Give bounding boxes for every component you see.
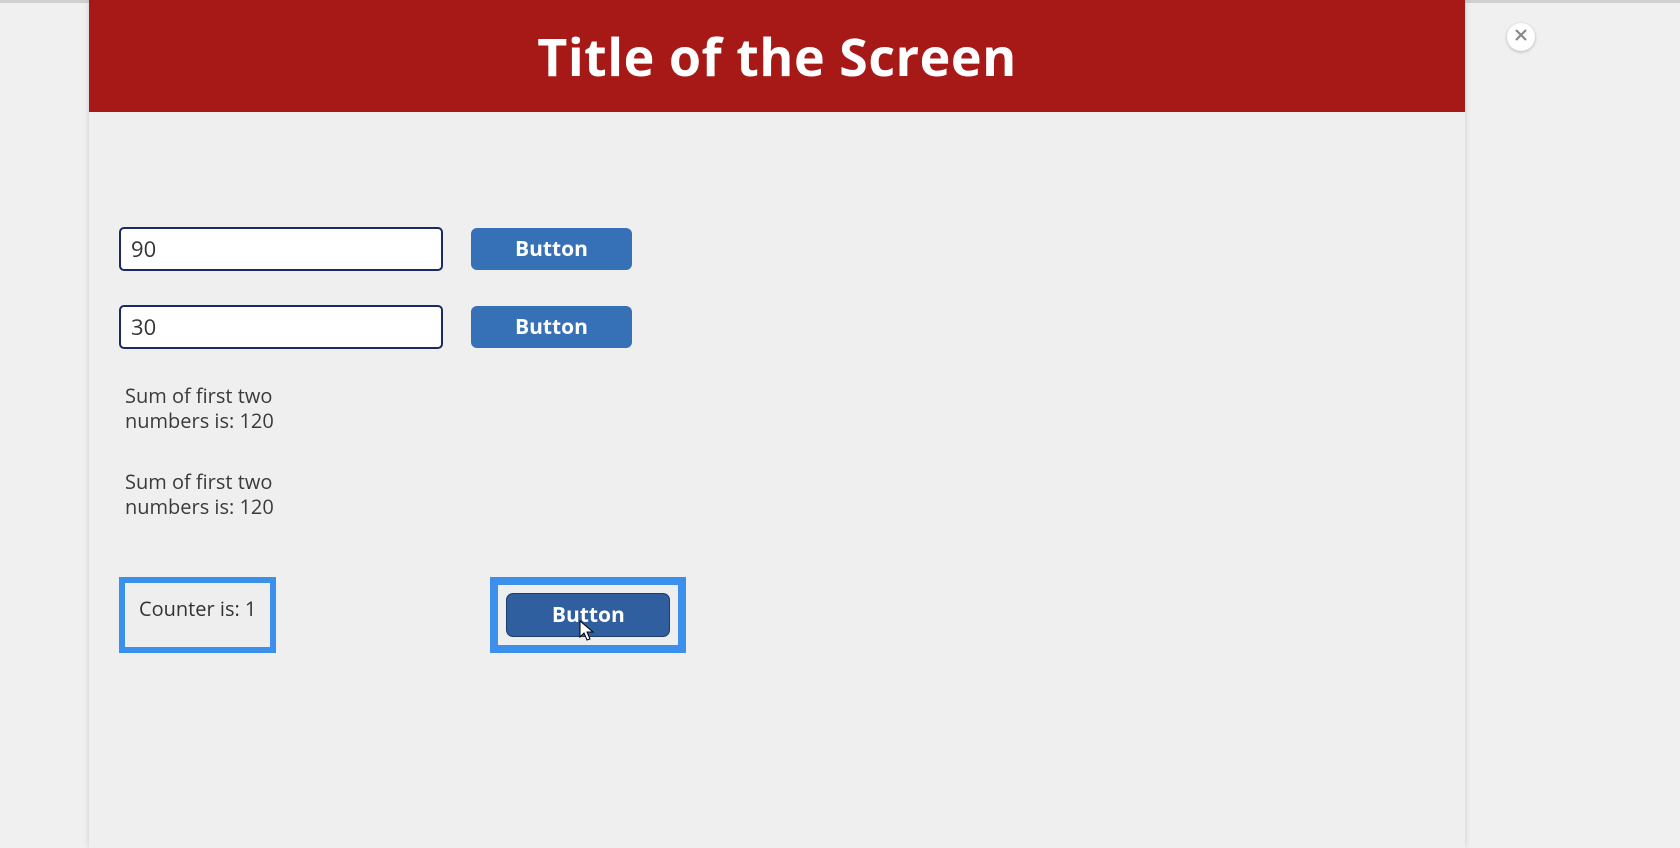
sum-label-2: Sum of first two numbers is: 120 (125, 469, 295, 519)
header-bar: Title of the Screen (89, 0, 1465, 112)
input-row-1: Button (119, 227, 1435, 271)
close-button[interactable] (1507, 23, 1535, 51)
button-row-2[interactable]: Button (471, 306, 632, 348)
counter-display: Counter is: 1 (119, 577, 276, 653)
button-row-1[interactable]: Button (471, 228, 632, 270)
content-area: Button Button Sum of first two numbers i… (89, 112, 1465, 653)
page-title: Title of the Screen (537, 21, 1017, 92)
number-input-1[interactable] (119, 227, 443, 271)
sum-label-1: Sum of first two numbers is: 120 (125, 383, 295, 433)
screen-container: Title of the Screen Button Button Sum of… (89, 0, 1465, 848)
close-icon (1515, 28, 1527, 46)
number-input-2[interactable] (119, 305, 443, 349)
input-row-2: Button (119, 305, 1435, 349)
counter-button-frame: Button (490, 577, 686, 653)
counter-row: Counter is: 1 Button (119, 577, 1435, 653)
counter-button[interactable]: Button (506, 593, 670, 637)
